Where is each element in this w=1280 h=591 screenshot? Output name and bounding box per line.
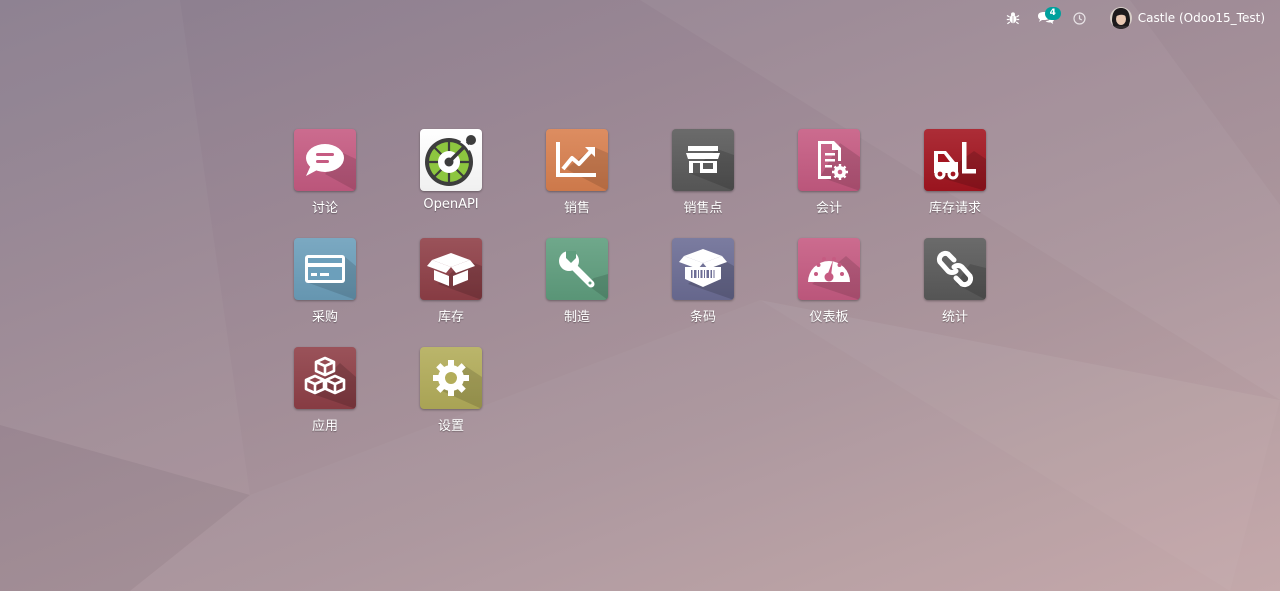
app-purchase[interactable]: 采购 <box>262 233 388 342</box>
app-sales-label: 销售 <box>563 201 590 216</box>
app-point-of-sale[interactable]: 销售点 <box>640 124 766 233</box>
bug-icon <box>1006 12 1020 25</box>
app-openapi[interactable]: OpenAPI <box>388 124 514 233</box>
accounting-app-tile <box>798 129 860 191</box>
forklift-icon <box>934 142 986 191</box>
user-name: Castle (Odoo15_Test) <box>1137 11 1265 25</box>
app-openapi-label: OpenAPI <box>423 197 479 212</box>
app-discuss-label: 讨论 <box>311 201 338 216</box>
wrench-icon <box>559 251 608 300</box>
sales-app-tile <box>546 129 608 191</box>
app-discuss[interactable]: 讨论 <box>262 124 388 233</box>
invoice-icon <box>818 141 860 191</box>
systray: 4 Castle (Odoo15_Test) <box>1001 0 1280 36</box>
debug-menu[interactable] <box>1001 0 1025 36</box>
openapi-app-tile <box>420 129 482 191</box>
home-menu-background: 4 Castle (Odoo15_Test) 讨论 OpenAPI 销售 销售点… <box>0 0 1280 591</box>
app-manufacturing-label: 制造 <box>563 310 590 325</box>
store-icon <box>686 146 734 191</box>
app-statistics-label: 统计 <box>941 310 968 325</box>
app-purchase-label: 采购 <box>311 310 338 325</box>
credit-card-icon <box>305 255 356 300</box>
link-icon <box>936 250 986 300</box>
app-manufacturing[interactable]: 制造 <box>514 233 640 342</box>
chat-bubble-icon <box>306 144 356 191</box>
user-avatar-image <box>1109 7 1132 29</box>
discuss-app-tile <box>294 129 356 191</box>
app-grid: 讨论 OpenAPI 销售 销售点 会计 库存请求 采购 库存 制造 条码 仪表… <box>262 124 1018 451</box>
gear-icon <box>433 360 482 409</box>
app-statistics[interactable]: 统计 <box>892 233 1018 342</box>
app-apps[interactable]: 应用 <box>262 342 388 451</box>
statistics-app-tile <box>924 238 986 300</box>
point-of-sale-app-tile <box>672 129 734 191</box>
open-box-icon <box>427 253 482 300</box>
app-stock-request[interactable]: 库存请求 <box>892 124 1018 233</box>
purchase-app-tile <box>294 238 356 300</box>
app-inventory[interactable]: 库存 <box>388 233 514 342</box>
dashboard-gauge-icon <box>808 256 860 300</box>
user-avatar <box>1109 7 1132 29</box>
app-settings[interactable]: 设置 <box>388 342 514 451</box>
stock-request-app-tile <box>924 129 986 191</box>
activity-menu[interactable] <box>1068 0 1092 36</box>
apps-app-tile <box>294 347 356 409</box>
dashboards-app-tile <box>798 238 860 300</box>
chat-counter-badge: 4 <box>1044 7 1061 20</box>
app-stock-request-label: 库存请求 <box>928 201 981 216</box>
inventory-app-tile <box>420 238 482 300</box>
barcode-box-icon <box>679 249 734 300</box>
app-sales[interactable]: 销售 <box>514 124 640 233</box>
app-dashboards[interactable]: 仪表板 <box>766 233 892 342</box>
user-menu[interactable]: Castle (Odoo15_Test) <box>1109 0 1265 36</box>
app-point-of-sale-label: 销售点 <box>683 201 723 216</box>
app-accounting-label: 会计 <box>815 201 842 216</box>
app-accounting[interactable]: 会计 <box>766 124 892 233</box>
cubes-icon <box>304 356 356 409</box>
app-settings-label: 设置 <box>437 419 464 434</box>
openapi-gauge-icon <box>425 135 476 186</box>
clock-icon <box>1073 11 1086 25</box>
barcode-app-tile <box>672 238 734 300</box>
messaging-menu[interactable]: 4 <box>1031 0 1061 36</box>
line-chart-icon <box>556 142 608 191</box>
settings-app-tile <box>420 347 482 409</box>
app-barcode-label: 条码 <box>689 310 716 325</box>
manufacturing-app-tile <box>546 238 608 300</box>
app-inventory-label: 库存 <box>437 310 464 325</box>
app-apps-label: 应用 <box>311 419 338 434</box>
app-dashboards-label: 仪表板 <box>809 310 849 325</box>
app-barcode[interactable]: 条码 <box>640 233 766 342</box>
